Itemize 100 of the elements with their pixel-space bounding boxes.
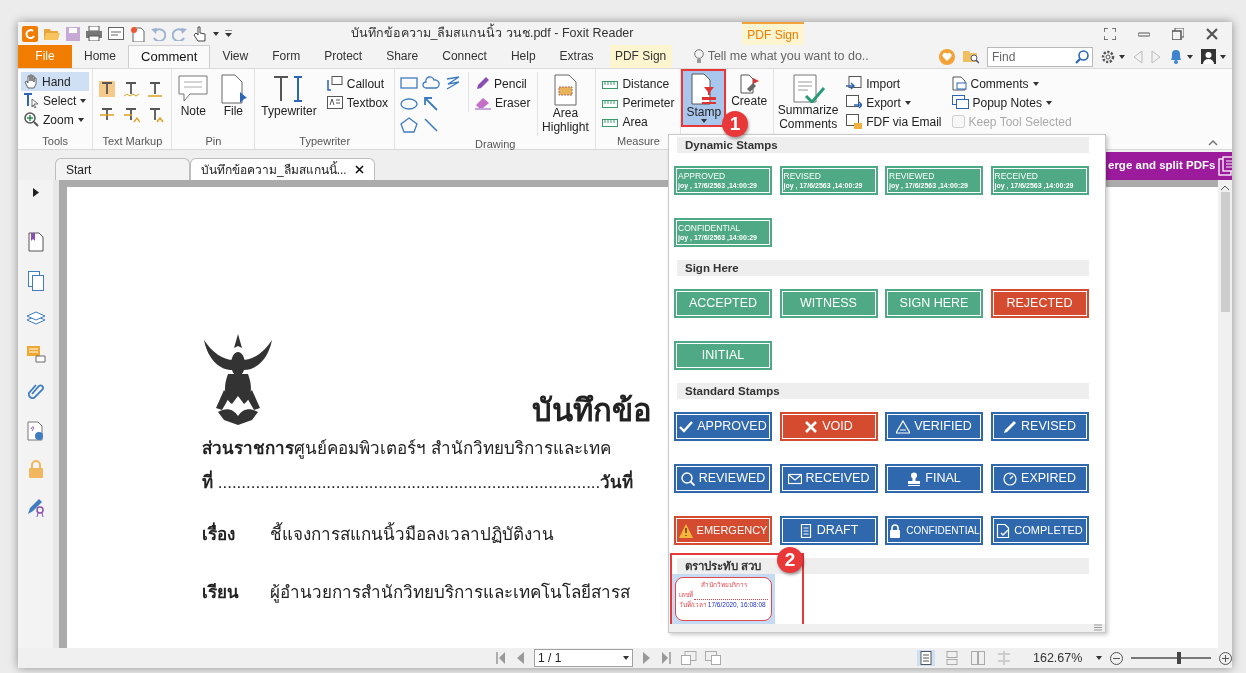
- pentagon-icon[interactable]: [400, 117, 419, 133]
- bell-icon[interactable]: [1169, 49, 1183, 64]
- ribbon-tab[interactable]: View: [210, 45, 261, 68]
- select-tool-button[interactable]: Select: [21, 91, 90, 110]
- sign-stamp[interactable]: REJECTED: [990, 289, 1089, 318]
- app-logo-icon[interactable]: [22, 25, 38, 42]
- cloud-icon[interactable]: [422, 75, 441, 91]
- ribbon-tab[interactable]: Protect: [312, 45, 375, 68]
- pen-certificate-icon[interactable]: [26, 497, 45, 517]
- signature-doc-icon[interactable]: [27, 421, 44, 441]
- expand-panel-icon[interactable]: [32, 188, 39, 197]
- bookmark-page-icon[interactable]: [27, 232, 44, 252]
- last-page-icon[interactable]: [661, 651, 674, 665]
- ribbon-tab[interactable]: PDF Sign: [609, 45, 672, 68]
- export-button[interactable]: Export: [843, 93, 945, 112]
- customize-icon[interactable]: [225, 30, 232, 37]
- standard-stamp[interactable]: REVIEWED: [674, 464, 772, 493]
- previous-view-icon[interactable]: [681, 651, 698, 665]
- layers-icon[interactable]: [25, 310, 46, 326]
- underline-text-icon[interactable]: [146, 80, 165, 98]
- new-document-icon[interactable]: [130, 25, 145, 42]
- summarize-button[interactable]: Summarize Comments: [777, 72, 840, 133]
- document-tab[interactable]: บันทึกข้อความ_ลืมสแกนนิ้...: [190, 158, 375, 180]
- popup-notes-button[interactable]: Popup Notes: [948, 93, 1075, 112]
- gear-icon[interactable]: [1101, 49, 1115, 64]
- file-pin-icon: [218, 74, 249, 104]
- find-field[interactable]: Find: [987, 46, 1093, 67]
- ribbon-tab[interactable]: Comment: [128, 45, 211, 68]
- document-title: บันทึกข้อ: [532, 395, 652, 426]
- stamp-title: APPROVED: [678, 170, 726, 181]
- zoom-tool-button[interactable]: Zoom: [21, 110, 90, 129]
- ribbon-tab[interactable]: Extras: [547, 45, 606, 68]
- zoom-slider-thumb[interactable]: [1177, 652, 1182, 664]
- hand-pointer-icon[interactable]: [193, 25, 207, 42]
- resize-grip-icon[interactable]: [1094, 624, 1102, 631]
- close-tab-icon[interactable]: [354, 165, 364, 174]
- restore-icon[interactable]: [1172, 27, 1184, 40]
- highlight-text-icon[interactable]: [98, 80, 117, 98]
- create-stamp-button[interactable]: Create: [728, 72, 771, 110]
- standard-stamp[interactable]: RECEIVED: [779, 464, 878, 493]
- ribbon-tab[interactable]: Home: [72, 45, 128, 68]
- fdf-email-button[interactable]: FDF via Email: [843, 112, 945, 131]
- document-tab[interactable]: Start: [55, 158, 190, 180]
- standard-stamp[interactable]: COMPLETED: [990, 516, 1089, 545]
- fullscreen-icon[interactable]: [1104, 27, 1116, 40]
- scroll-up-icon[interactable]: [1221, 185, 1229, 190]
- hand-tool-button[interactable]: Hand: [21, 72, 90, 91]
- continuous-page-icon: [945, 651, 959, 665]
- typewriter-button[interactable]: Typewriter: [258, 72, 320, 120]
- eraser-button[interactable]: Eraser: [472, 93, 534, 112]
- ribbon-tab[interactable]: Form: [260, 45, 313, 68]
- note-button[interactable]: Note: [175, 72, 212, 120]
- rectangle-icon[interactable]: [400, 75, 419, 91]
- replace-text-icon[interactable]: [122, 106, 141, 124]
- standard-stamp[interactable]: VOID: [779, 412, 878, 441]
- distance-button[interactable]: Distance: [599, 74, 678, 93]
- standard-stamp[interactable]: APPROVED: [674, 412, 772, 441]
- ellipse-icon[interactable]: [400, 96, 419, 112]
- view-mode-button[interactable]: [917, 650, 935, 666]
- lightbulb-icon[interactable]: [693, 49, 704, 64]
- standard-stamp[interactable]: VERIFIED: [885, 412, 983, 441]
- standard-stamp[interactable]: EXPIRED: [990, 464, 1089, 493]
- standard-stamp[interactable]: REVISED: [990, 412, 1089, 441]
- standard-stamp[interactable]: DRAFT: [779, 516, 878, 545]
- file-attach-button[interactable]: File: [215, 72, 252, 120]
- paperclip-icon[interactable]: [27, 382, 44, 402]
- collapse-ribbon-icon[interactable]: [1208, 140, 1218, 146]
- pages-icon[interactable]: [27, 271, 44, 291]
- folder-search-icon[interactable]: [963, 49, 979, 64]
- area-button[interactable]: Area: [599, 112, 678, 131]
- zoom-percentage[interactable]: 162.67%: [1033, 648, 1083, 668]
- card-icon[interactable]: [108, 27, 124, 40]
- import-button[interactable]: Import: [843, 74, 945, 93]
- search-icon[interactable]: [1075, 49, 1089, 64]
- zoom-out-icon[interactable]: [1110, 651, 1124, 665]
- checkbox-label: Keep Tool Selected: [968, 113, 1072, 131]
- area-highlight-button[interactable]: Area Highlight: [538, 72, 593, 136]
- comments-panel-icon[interactable]: [25, 345, 46, 363]
- first-page-icon[interactable]: [494, 651, 507, 665]
- next-view-icon[interactable]: [705, 651, 722, 665]
- standard-stamp[interactable]: CONFIDENTIAL: [885, 516, 983, 545]
- ribbon-tab[interactable]: Share: [374, 45, 431, 68]
- close-icon[interactable]: [1206, 27, 1218, 40]
- textbox-button[interactable]: Textbox: [323, 93, 392, 112]
- page-number-field[interactable]: 1 / 1: [534, 649, 634, 667]
- ribbon-tab[interactable]: Help: [498, 45, 548, 68]
- user-icon[interactable]: [1201, 49, 1216, 64]
- standard-stamp[interactable]: FINAL: [885, 464, 983, 493]
- callout-button[interactable]: Callout: [323, 74, 392, 93]
- squiggly-text-icon[interactable]: [122, 80, 141, 98]
- zoom-in-icon[interactable]: [1219, 651, 1232, 665]
- standard-stamp[interactable]: EMERGENCY: [674, 516, 772, 545]
- ribbon-tab[interactable]: Connect: [430, 45, 499, 68]
- stamp-button[interactable]: Stamp: [683, 71, 725, 125]
- printer-icon[interactable]: [86, 26, 102, 41]
- pencil-button[interactable]: Pencil: [472, 74, 534, 93]
- perimeter-button[interactable]: Perimeter: [599, 93, 678, 112]
- scrollbar-thumb[interactable]: [1220, 192, 1230, 312]
- comments-view-button[interactable]: Comments: [948, 74, 1075, 93]
- tell-me-field[interactable]: Tell me what you want to do..: [703, 47, 884, 66]
